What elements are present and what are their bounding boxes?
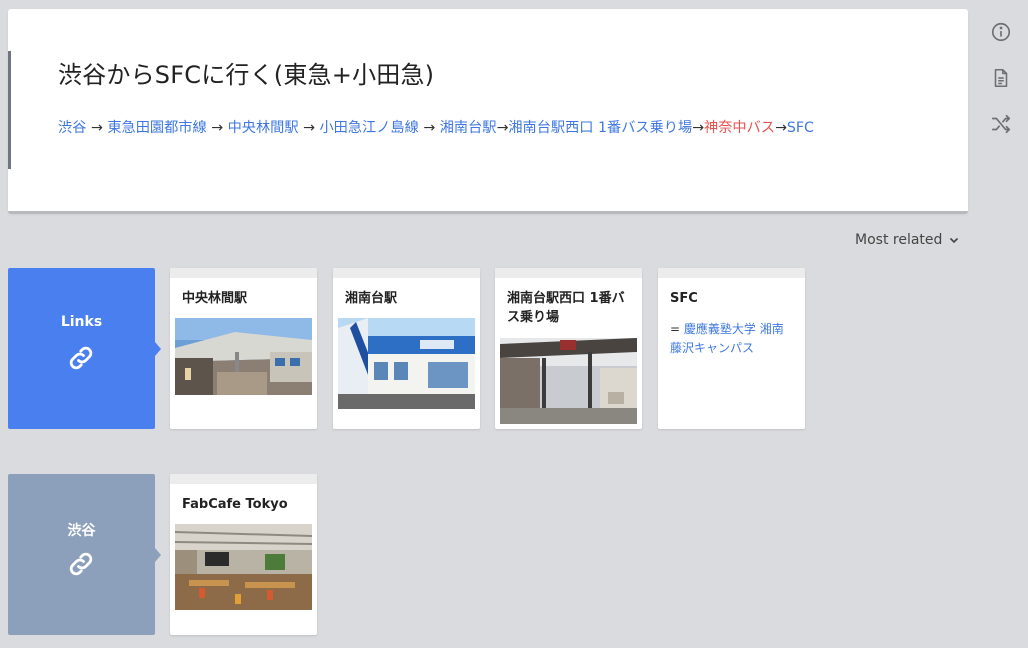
route-arrow: →: [298, 120, 320, 136]
route-link-shonandai-bus-stop[interactable]: 湘南台駅西口 1番バス乗り場: [508, 120, 692, 136]
link-icon: [69, 552, 93, 576]
group-tile-shibuya[interactable]: 渋谷: [8, 474, 161, 635]
group-label: 渋谷: [67, 523, 96, 539]
route-link-shonandai[interactable]: 湘南台駅: [440, 120, 497, 136]
route-link-sfc[interactable]: SFC: [787, 120, 814, 136]
route-arrow: →: [496, 120, 509, 136]
card-title: 湘南台駅: [345, 291, 398, 306]
card-thumbnail: [338, 318, 475, 409]
route-arrow: →: [206, 120, 228, 136]
chevron-down-icon: [950, 237, 959, 244]
shuffle-icon[interactable]: [989, 112, 1013, 136]
sort-label: Most related: [855, 232, 943, 248]
sort-dropdown[interactable]: Most related: [855, 232, 960, 248]
card-chuo-rinkan[interactable]: 中央林間駅: [170, 268, 317, 429]
page-title[interactable]: 渋谷からSFCに行く(東急+小田急): [58, 55, 434, 90]
card-top-strip: [495, 268, 642, 278]
group-tile-links[interactable]: Links: [8, 268, 161, 429]
card-sfc[interactable]: SFC = 慶應義塾大学 湘南藤沢キャンパス: [658, 268, 805, 429]
route-arrow: →: [86, 120, 108, 136]
route-link-chuo-rinkan[interactable]: 中央林間駅: [228, 120, 299, 136]
document-icon[interactable]: [989, 66, 1013, 90]
card-desc-link-keio-sfc[interactable]: 慶應義塾大学 湘南藤沢キャンパス: [670, 322, 784, 355]
route-link-shibuya[interactable]: 渋谷: [58, 120, 86, 136]
card-title: FabCafe Tokyo: [182, 497, 288, 512]
route-link-denentoshi-line[interactable]: 東急田園都市線: [107, 120, 206, 136]
card-description: = 慶應義塾大学 湘南藤沢キャンパス: [658, 308, 805, 358]
link-icon: [69, 346, 93, 370]
group-pointer: [155, 548, 161, 562]
route-arrow: →: [418, 120, 440, 136]
card-thumbnail: [175, 318, 312, 395]
card-thumbnail: [175, 524, 312, 610]
card-fabcafe-tokyo[interactable]: FabCafe Tokyo: [170, 474, 317, 635]
group-label: Links: [60, 314, 103, 330]
route-link-kanachu-bus[interactable]: 神奈中バス: [704, 120, 775, 136]
route-link-enoshima-line[interactable]: 小田急江ノ島線: [319, 120, 418, 136]
card-title: SFC: [670, 291, 698, 306]
card-title: 中央林間駅: [182, 291, 248, 306]
card-top-strip: [333, 268, 480, 278]
page-card: 渋谷からSFCに行く(東急+小田急) 渋谷 → 東急田園都市線 → 中央林間駅 …: [8, 9, 968, 214]
card-title: 湘南台駅西口 1番バス乗り場: [507, 291, 625, 325]
info-icon[interactable]: [989, 20, 1013, 44]
card-shonandai-bus-stop[interactable]: 湘南台駅西口 1番バス乗り場: [495, 268, 642, 429]
page-accent-bar: [8, 51, 11, 169]
route-arrow: →: [774, 120, 787, 136]
group-pointer: [155, 342, 161, 356]
route-line: 渋谷 → 東急田園都市線 → 中央林間駅 → 小田急江ノ島線 → 湘南台駅→湘南…: [58, 117, 814, 139]
card-top-strip: [658, 268, 805, 278]
card-top-strip: [170, 268, 317, 278]
equals-prefix: =: [670, 322, 684, 336]
card-shonandai[interactable]: 湘南台駅: [333, 268, 480, 429]
card-top-strip: [170, 474, 317, 484]
card-thumbnail: [500, 338, 637, 424]
route-arrow: →: [692, 120, 705, 136]
